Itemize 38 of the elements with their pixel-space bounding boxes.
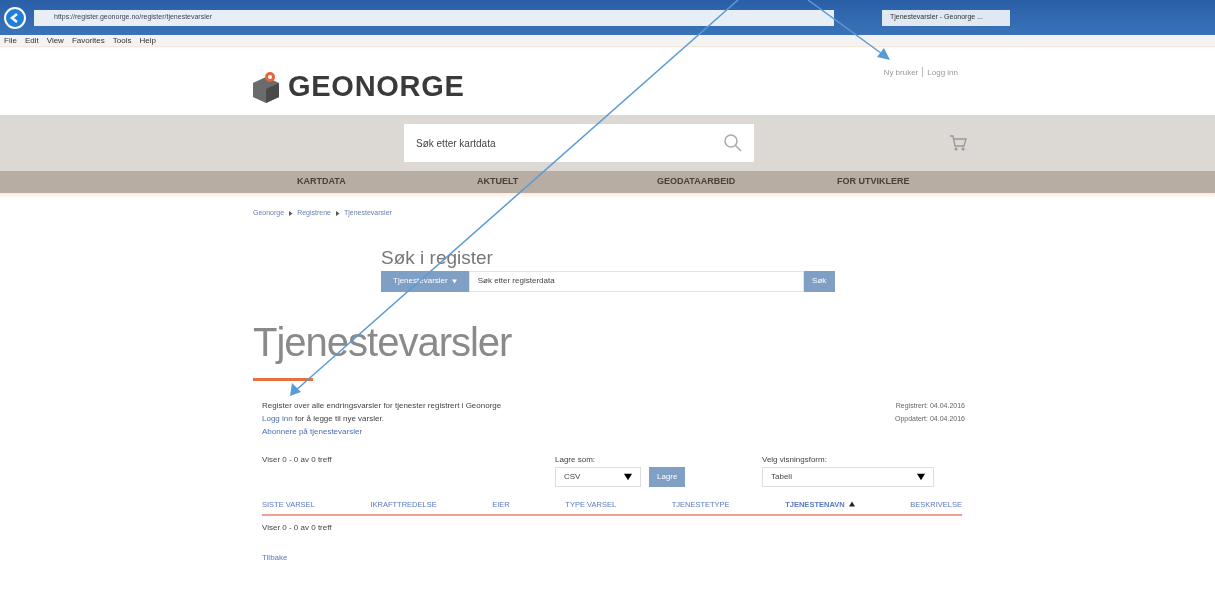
result-count: Viser 0 - 0 av 0 treff [261, 521, 333, 534]
login-hint-text: for å legge til nye varsler. [293, 412, 384, 425]
dropdown-caret-icon [624, 472, 632, 481]
user-link[interactable]: Logg inn [927, 67, 958, 79]
sort-up-icon [848, 501, 855, 508]
back-link[interactable]: Tilbake [0, 533, 1215, 564]
geonorge-logo-icon [252, 71, 280, 103]
nav-link[interactable]: FOR UTVIKLERE [837, 175, 997, 189]
menu-item[interactable]: Help [139, 35, 156, 46]
breadcrumb-separator-icon [335, 210, 340, 216]
breadcrumb-separator-icon [288, 210, 294, 216]
format-dropdown[interactable]: CSV [555, 466, 641, 487]
menu-item[interactable]: File [4, 35, 17, 46]
logo-text: GEONORGE [288, 69, 465, 105]
menu-item[interactable]: Tools [112, 35, 132, 46]
caret-icon [451, 278, 457, 284]
back-button[interactable] [4, 6, 26, 29]
menu-item[interactable]: Edit [24, 35, 39, 46]
nav-link[interactable]: GEODATAARBEID [657, 175, 837, 189]
nav-link[interactable]: KARTDATA [297, 175, 477, 189]
view-dropdown[interactable]: Tabell [762, 466, 934, 487]
view-label: Velg visningsform: [762, 453, 828, 466]
user-link[interactable]: Ny bruker [883, 67, 919, 79]
menu-item[interactable]: Favorites [71, 35, 105, 46]
save-label: Lagre som: [555, 453, 597, 466]
search-field[interactable]: Søk etter kartdata [404, 124, 754, 162]
description-text: Register over alle endringsvarsler for tjenester registrert i Geonorge [262, 399, 502, 412]
search-button[interactable]: Søk [803, 270, 835, 292]
result-count: Viser 0 - 0 av 0 treff [262, 453, 333, 466]
search-icon [724, 134, 742, 152]
menu-item[interactable]: View [46, 35, 64, 46]
search-input[interactable]: Søk etter registerdata [468, 270, 804, 292]
save-button[interactable]: Lagre [649, 466, 686, 487]
dropdown-caret-icon [917, 472, 925, 481]
subscribe-link[interactable]: Abonnere på tjenestevarsler [262, 424, 502, 438]
nav-link[interactable]: AKTUELT [477, 175, 657, 189]
filter-button[interactable]: Tjenestevarsler [381, 270, 469, 292]
login-link[interactable]: Logg inn [262, 411, 293, 425]
